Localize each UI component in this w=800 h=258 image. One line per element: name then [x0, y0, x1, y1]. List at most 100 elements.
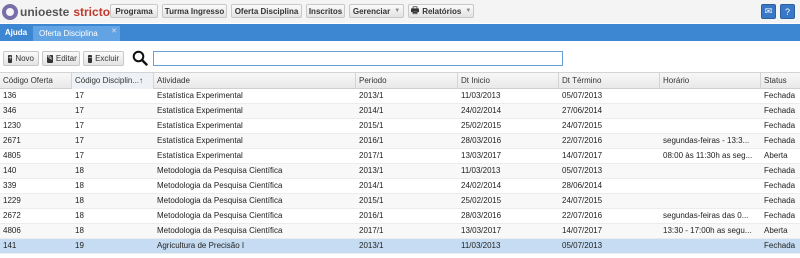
search-input[interactable] [153, 51, 563, 66]
cell-dt-inicio: 25/02/2015 [461, 196, 502, 205]
cell-horario [660, 179, 761, 193]
col-codigo-oferta[interactable]: Código Oferta [0, 73, 72, 89]
table-row[interactable]: 136 17 Estatística Experimental 2013/1 11/03… [0, 89, 800, 104]
cell-dt-inicio: 11/03/2013 [461, 166, 501, 175]
close-icon[interactable]: ✕ [111, 27, 117, 35]
help-icon[interactable]: ? [780, 4, 795, 19]
cell-dt-inicio: 24/02/2014 [461, 181, 502, 190]
menu-gerenciar-label: Gerenciar [352, 6, 391, 16]
cell-horario [660, 164, 761, 178]
cell-periodo: 2017/1 [359, 151, 384, 160]
excluir-button[interactable]: − Excluir [83, 51, 124, 66]
table-row[interactable]: 346 17 Estatística Experimental 2014/1 24/02… [0, 104, 800, 119]
novo-label: Novo [15, 54, 34, 63]
cell-periodo: 2016/1 [359, 136, 384, 145]
cell-atividade: Estatística Experimental [157, 106, 243, 115]
cell-codigo-disciplina: 18 [75, 181, 84, 190]
cell-atividade: Metodologia da Pesquisa Científica [157, 196, 283, 205]
editar-label: Editar [55, 54, 77, 63]
cell-horario: segundas-feiras das 0... [663, 211, 749, 220]
table-row[interactable]: 4805 17 Estatística Experimental 2017/1 13/0… [0, 149, 800, 164]
col-dt-inicio[interactable]: Dt Inicio [458, 73, 559, 89]
cell-horario [660, 119, 761, 133]
col-horario[interactable]: Horário [660, 73, 761, 89]
cell-codigo-disciplina: 18 [75, 196, 84, 205]
cell-horario: segundas-feiras - 13:3... [663, 136, 750, 145]
editar-button[interactable]: ✎ Editar [42, 51, 80, 66]
cell-dt-termino: 22/07/2016 [562, 211, 603, 220]
cell-codigo-oferta: 141 [3, 241, 17, 250]
cell-status: Fechada [764, 121, 796, 130]
menu-inscritos-button[interactable]: Inscritos [306, 4, 345, 18]
cell-atividade: Estatística Experimental [157, 121, 243, 130]
table-row[interactable]: 1230 17 Estatística Experimental 2015/1 25/0… [0, 119, 800, 134]
cell-codigo-disciplina: 17 [75, 106, 84, 115]
table-row[interactable]: 2671 17 Estatística Experimental 2016/1 28/0… [0, 134, 800, 149]
cell-status: Fechada [764, 136, 796, 145]
sort-asc-icon: ↑ [139, 76, 144, 85]
menu-oferta-disciplina-button[interactable]: Oferta Disciplina [231, 4, 302, 18]
table-row[interactable]: 141 19 Agricultura de Precisão I 2013/1 11/0… [0, 239, 800, 254]
cell-dt-termino: 27/06/2014 [562, 106, 603, 115]
cell-codigo-disciplina: 19 [75, 241, 84, 250]
tab-ajuda-label: Ajuda [4, 28, 28, 37]
cell-periodo: 2013/1 [359, 91, 384, 100]
cell-dt-inicio: 13/03/2017 [461, 151, 502, 160]
table-row[interactable]: 1229 18 Metodologia da Pesquisa Científica… [0, 194, 800, 209]
cell-codigo-disciplina: 17 [75, 151, 84, 160]
col-atividade[interactable]: Atividade [154, 73, 356, 89]
cell-periodo: 2015/1 [359, 196, 384, 205]
cell-periodo: 2017/1 [359, 226, 384, 235]
menu-programa-button[interactable]: Programa [110, 4, 158, 18]
logo-text-stricto: stricto [73, 4, 111, 19]
cell-horario [660, 89, 761, 103]
cell-horario [660, 104, 761, 118]
excluir-label: Excluir [95, 54, 120, 63]
cell-codigo-oferta: 346 [3, 106, 17, 115]
grid-body: 136 17 Estatística Experimental 2013/1 11/03… [0, 89, 800, 254]
cell-status: Fechada [764, 211, 796, 220]
table-row[interactable]: 2672 18 Metodologia da Pesquisa Científica… [0, 209, 800, 224]
cell-horario [660, 194, 761, 208]
cell-dt-termino: 14/07/2017 [562, 151, 603, 160]
col-codigo-disciplina[interactable]: Código Disciplin...↑ [72, 73, 154, 89]
col-dt-termino[interactable]: Dt Término [559, 73, 660, 89]
mail-icon[interactable]: ✉ [761, 4, 776, 19]
cell-dt-termino: 05/07/2013 [562, 91, 603, 100]
app-logo[interactable]: unioeste stricto [2, 2, 110, 21]
table-row[interactable]: 339 18 Metodologia da Pesquisa Científica 2… [0, 179, 800, 194]
cell-periodo: 2015/1 [359, 121, 384, 130]
cell-dt-inicio: 24/02/2014 [461, 106, 502, 115]
cell-horario [660, 239, 761, 253]
col-status[interactable]: Status [761, 73, 800, 89]
oferta-grid: Código Oferta Código Disciplin...↑ Ativi… [0, 72, 800, 254]
novo-button[interactable]: + Novo [3, 51, 39, 66]
cell-codigo-oferta: 1230 [3, 121, 21, 130]
cell-dt-termino: 22/07/2016 [562, 136, 603, 145]
minus-icon: − [88, 54, 93, 63]
cell-dt-inicio: 11/03/2013 [461, 241, 501, 250]
menu-turma-ingresso-button[interactable]: Turma Ingresso [162, 4, 227, 18]
cell-atividade: Estatística Experimental [157, 91, 243, 100]
cell-dt-termino: 24/07/2015 [562, 121, 603, 130]
cell-codigo-oferta: 2672 [3, 211, 21, 220]
cell-dt-inicio: 28/03/2016 [461, 136, 502, 145]
menu-relatorios-button[interactable]: 🖶 Relatórios ▼ [408, 4, 474, 18]
tab-oferta-disciplina[interactable]: Oferta Disciplina ✕ [33, 26, 120, 41]
cell-codigo-disciplina: 17 [75, 91, 84, 100]
cell-status: Fechada [764, 106, 796, 115]
table-row[interactable]: 4806 18 Metodologia da Pesquisa Científica… [0, 224, 800, 239]
col-periodo[interactable]: Periodo [356, 73, 458, 89]
cell-status: Fechada [764, 241, 796, 250]
logo-mark [2, 3, 18, 20]
menu-relatorios-label: Relatórios [422, 6, 462, 16]
cell-status: Fechada [764, 166, 796, 175]
search-icon[interactable] [132, 50, 148, 66]
menu-gerenciar-button[interactable]: Gerenciar ▼ [349, 4, 404, 18]
cell-atividade: Metodologia da Pesquisa Científica [157, 181, 283, 190]
tab-ajuda[interactable]: Ajuda [0, 24, 32, 41]
cell-status: Fechada [764, 196, 796, 205]
cell-atividade: Estatística Experimental [157, 151, 243, 160]
plus-icon: + [8, 54, 13, 63]
table-row[interactable]: 140 18 Metodologia da Pesquisa Científica 2… [0, 164, 800, 179]
